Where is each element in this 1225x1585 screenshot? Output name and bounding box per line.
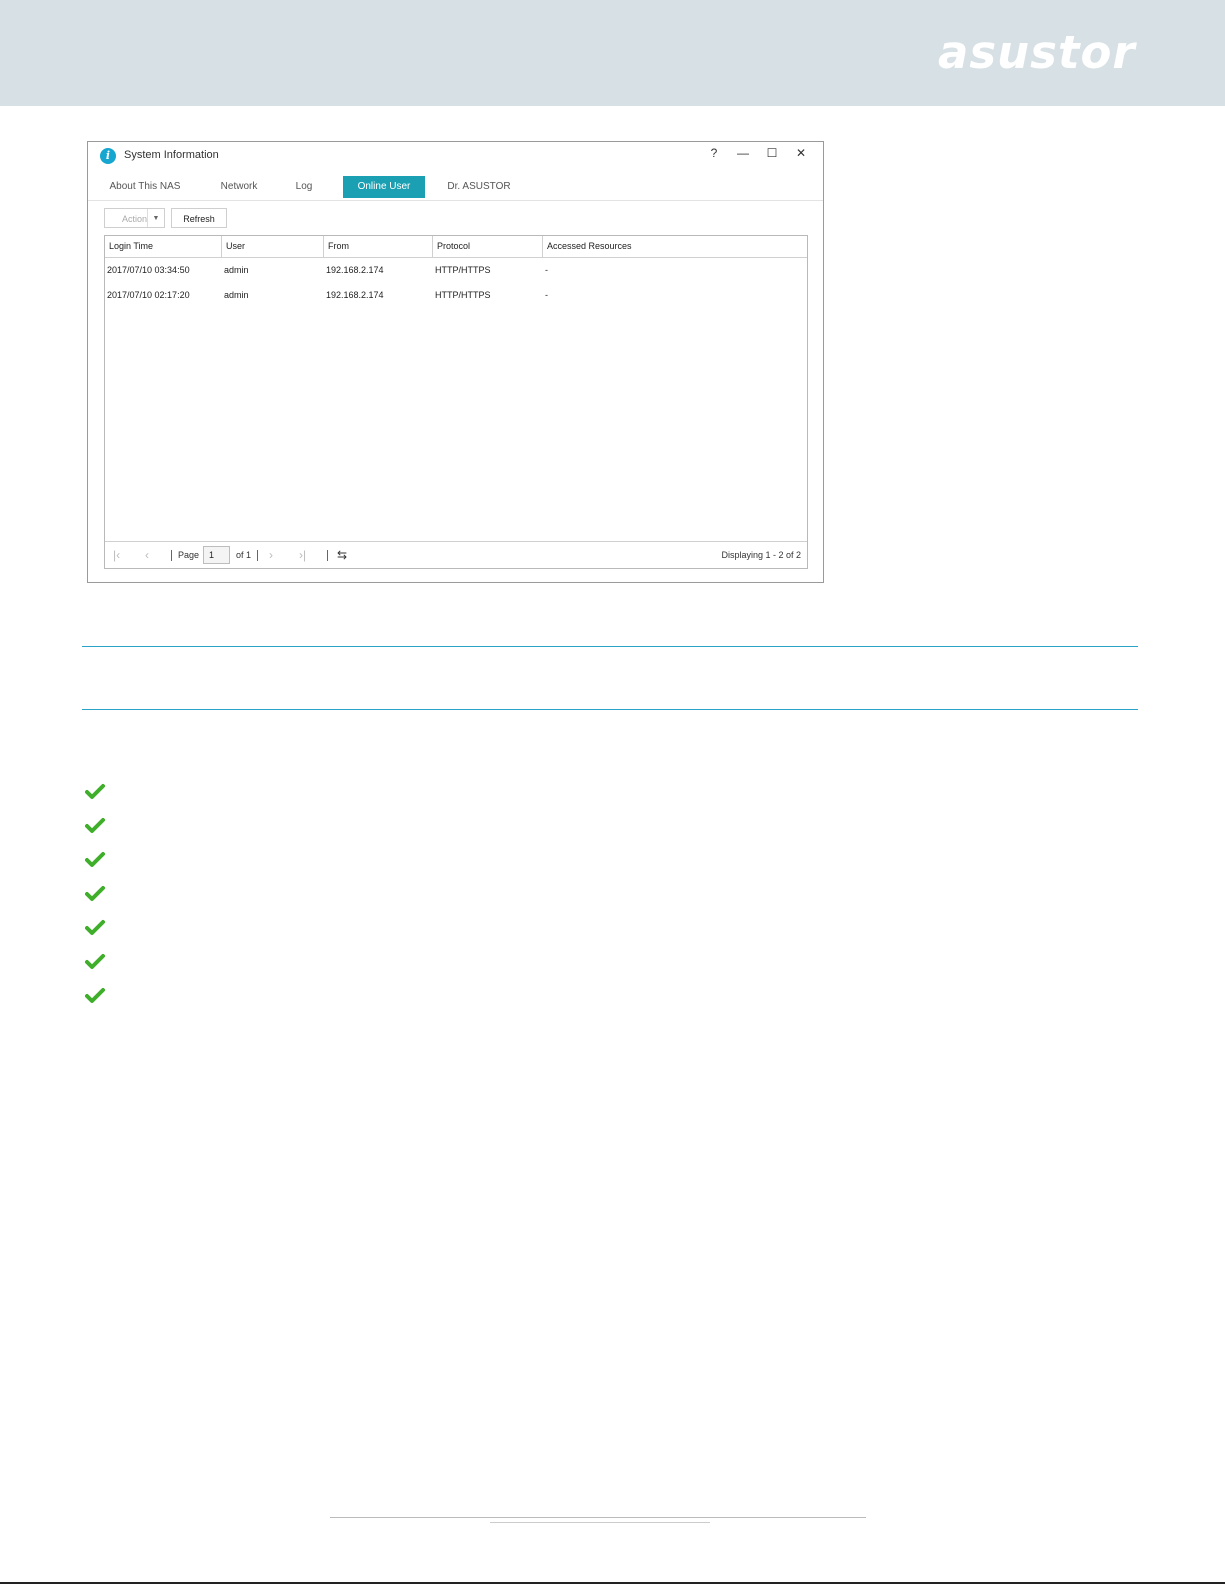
online-user-table: Login Time User From Protocol Accessed R…	[104, 235, 808, 569]
checkmark-icon	[85, 783, 105, 801]
pager-divider	[327, 550, 328, 561]
first-page-icon[interactable]: |‹	[113, 542, 120, 568]
tab-bar: About This NAS Network Log Online User D…	[88, 176, 823, 201]
action-button-label: Action	[121, 214, 147, 224]
displaying-count: Displaying 1 - 2 of 2	[721, 550, 801, 560]
close-button[interactable]: ✕	[789, 144, 813, 162]
checkmark-icon	[85, 953, 105, 971]
table-header: Login Time User From Protocol Accessed R…	[105, 236, 807, 258]
tab-about-this-nas[interactable]: About This NAS	[100, 176, 190, 198]
refresh-button[interactable]: Refresh	[171, 208, 227, 228]
asustor-logo: asustor	[938, 26, 1136, 79]
page-header-band: asustor	[0, 0, 1225, 106]
column-header-accessed-resources[interactable]: Accessed Resources	[543, 236, 807, 257]
cell-from: 192.168.2.174	[326, 290, 384, 300]
window-titlebar: i System Information ? — ☐ ✕	[88, 142, 823, 168]
column-header-login-time[interactable]: Login Time	[105, 236, 222, 257]
checkmark-icon	[85, 851, 105, 869]
tab-log[interactable]: Log	[284, 176, 324, 198]
cell-protocol: HTTP/HTTPS	[435, 290, 491, 300]
tab-dr-asustor[interactable]: Dr. ASUSTOR	[440, 176, 518, 198]
cell-login-time: 2017/07/10 02:17:20	[107, 290, 190, 300]
footer-line	[490, 1522, 710, 1523]
page-total-label: of 1	[236, 550, 252, 560]
tab-online-user[interactable]: Online User	[343, 176, 425, 198]
maximize-button[interactable]: ☐	[760, 144, 784, 162]
page-bottom-border	[0, 1582, 1225, 1584]
cell-protocol: HTTP/HTTPS	[435, 265, 491, 275]
window-title: System Information	[124, 149, 219, 161]
refresh-pager-icon[interactable]: ⇆	[337, 542, 347, 568]
section-rule-top	[82, 646, 1138, 647]
cell-user: admin	[224, 290, 249, 300]
column-header-protocol[interactable]: Protocol	[433, 236, 543, 257]
table-row[interactable]: 2017/07/10 03:34:50 admin 192.168.2.174 …	[105, 258, 807, 282]
system-information-window: i System Information ? — ☐ ✕ About This …	[87, 141, 824, 583]
minimize-button[interactable]: —	[731, 144, 755, 162]
footer-line	[330, 1517, 866, 1518]
cell-accessed-resources: -	[545, 290, 548, 300]
next-page-icon[interactable]: ›	[269, 542, 273, 568]
checkmark-icon	[85, 987, 105, 1005]
page-number-input[interactable]: 1	[203, 546, 230, 564]
previous-page-icon[interactable]: ‹	[145, 542, 149, 568]
last-page-icon[interactable]: ›|	[299, 542, 306, 568]
chevron-down-icon: ▼	[147, 209, 164, 227]
cell-login-time: 2017/07/10 03:34:50	[107, 265, 190, 275]
cell-accessed-resources: -	[545, 265, 548, 275]
page-label: Page	[178, 550, 200, 560]
cell-from: 192.168.2.174	[326, 265, 384, 275]
checkmark-icon	[85, 919, 105, 937]
table-row[interactable]: 2017/07/10 02:17:20 admin 192.168.2.174 …	[105, 283, 807, 307]
pagination-bar: |‹ ‹ Page 1 of 1 › ›| ⇆ Displaying 1 - 2…	[105, 541, 807, 568]
section-rule-bottom	[82, 709, 1138, 710]
column-header-user[interactable]: User	[222, 236, 324, 257]
tab-network[interactable]: Network	[208, 176, 270, 198]
action-dropdown-button[interactable]: Action ▼	[104, 208, 165, 228]
column-header-from[interactable]: From	[324, 236, 433, 257]
info-icon: i	[100, 148, 116, 164]
pager-divider	[257, 550, 258, 561]
checkmark-icon	[85, 885, 105, 903]
help-button[interactable]: ?	[702, 144, 726, 162]
cell-user: admin	[224, 265, 249, 275]
checkmark-icon	[85, 817, 105, 835]
pager-divider	[171, 550, 172, 561]
